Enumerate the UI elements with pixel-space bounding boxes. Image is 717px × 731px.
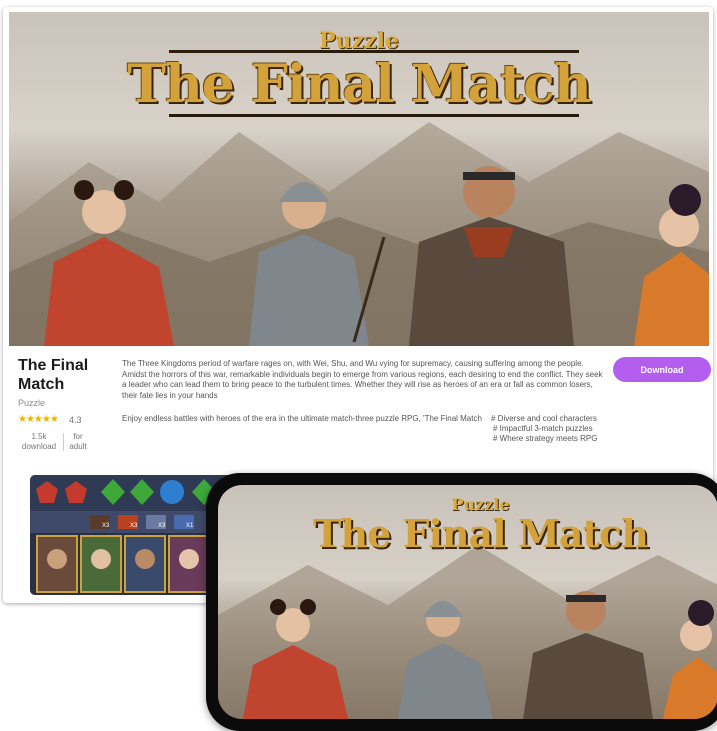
rating-value: 4.3 [69, 415, 82, 425]
phone-screen: Puzzle The Final Match [218, 485, 717, 719]
hero-subtitle: Puzzle [319, 28, 399, 54]
age-stat: for adult [65, 432, 91, 452]
age-value: for [73, 432, 83, 441]
app-genre: Puzzle [18, 398, 46, 408]
skill-count-label: X3 [158, 523, 166, 529]
skill-count-label: X1 [186, 523, 194, 529]
blue-gem-icon [160, 480, 184, 504]
feature-tag: # Diverse and cool characters [491, 414, 597, 423]
stat-divider [63, 433, 64, 451]
app-name: The Final Match [18, 357, 89, 393]
downloads-stat: 1.5k download [18, 432, 60, 452]
downloads-label: download [21, 442, 57, 451]
hero-title: The Final Match [127, 54, 591, 115]
hero-portrait [36, 535, 78, 593]
hero-banner: Puzzle The Final Match [9, 12, 709, 346]
rating-stars: ★★★★★ [18, 414, 59, 425]
skill-count-label: X3 [130, 523, 138, 529]
age-label: adult [69, 442, 87, 451]
skill-count-label: X3 [102, 523, 110, 529]
hero-portrait [80, 535, 122, 593]
download-button[interactable]: Download [613, 357, 711, 382]
hero-portrait [168, 535, 210, 593]
title-rule-bottom [169, 114, 579, 117]
feature-tag: # Where strategy meets RPG [493, 434, 598, 443]
phone-title: The Final Match [313, 511, 649, 556]
hero-portrait [124, 535, 166, 593]
app-description: The Three Kingdoms period of warfare rag… [122, 359, 603, 400]
app-tagline: Enjoy endless battles with heroes of the… [122, 414, 482, 423]
downloads-value: 1.5k [31, 432, 47, 441]
feature-tag: # Impactful 3-match puzzles [493, 424, 593, 433]
phone-mockup: Puzzle The Final Match [206, 473, 717, 731]
feature-tags: # Diverse and cool characters # Impactfu… [491, 414, 597, 444]
